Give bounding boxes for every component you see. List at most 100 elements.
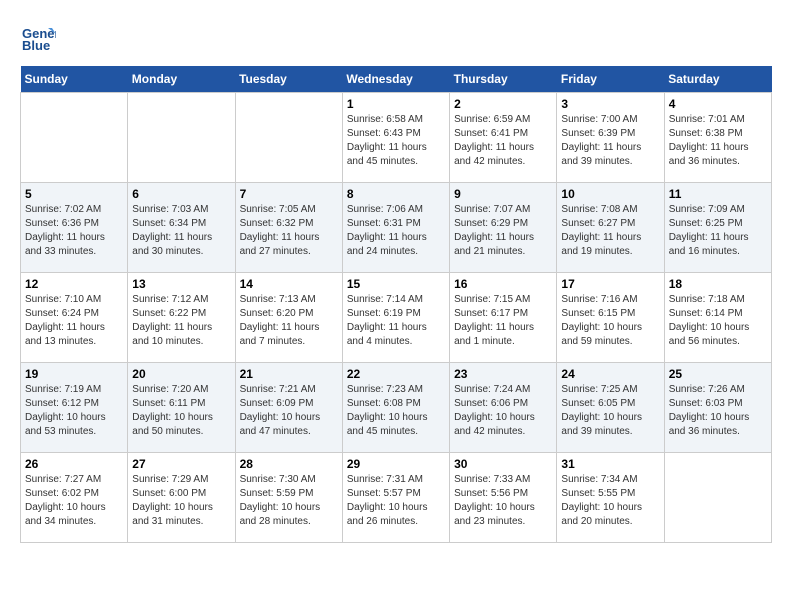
- day-number: 31: [561, 457, 659, 471]
- day-number: 28: [240, 457, 338, 471]
- day-cell: 1 Sunrise: 6:58 AM Sunset: 6:43 PM Daylig…: [342, 93, 449, 183]
- day-info: Sunrise: 7:13 AM Sunset: 6:20 PM Dayligh…: [240, 293, 338, 349]
- day-header-tuesday: Tuesday: [235, 66, 342, 93]
- day-header-wednesday: Wednesday: [342, 66, 449, 93]
- day-number: 15: [347, 277, 445, 291]
- day-cell: 29 Sunrise: 7:31 AM Sunset: 5:57 PM Dayli…: [342, 453, 449, 543]
- day-cell: 17 Sunrise: 7:16 AM Sunset: 6:15 PM Dayli…: [557, 273, 664, 363]
- day-header-monday: Monday: [128, 66, 235, 93]
- day-number: 11: [669, 187, 767, 201]
- page-header: General Blue: [20, 20, 772, 56]
- day-cell: [235, 93, 342, 183]
- week-row: 5 Sunrise: 7:02 AM Sunset: 6:36 PM Daylig…: [21, 183, 772, 273]
- day-info: Sunrise: 7:03 AM Sunset: 6:34 PM Dayligh…: [132, 203, 230, 259]
- day-cell: 12 Sunrise: 7:10 AM Sunset: 6:24 PM Dayli…: [21, 273, 128, 363]
- day-info: Sunrise: 7:10 AM Sunset: 6:24 PM Dayligh…: [25, 293, 123, 349]
- day-cell: 4 Sunrise: 7:01 AM Sunset: 6:38 PM Daylig…: [664, 93, 771, 183]
- day-header-friday: Friday: [557, 66, 664, 93]
- week-row: 19Sunrise: 7:19 AM Sunset: 6:12 PM Dayli…: [21, 363, 772, 453]
- day-info: Sunrise: 7:05 AM Sunset: 6:32 PM Dayligh…: [240, 203, 338, 259]
- day-info: Sunrise: 7:19 AM Sunset: 6:12 PM Dayligh…: [25, 383, 123, 439]
- day-info: Sunrise: 7:12 AM Sunset: 6:22 PM Dayligh…: [132, 293, 230, 349]
- day-cell: 7 Sunrise: 7:05 AM Sunset: 6:32 PM Daylig…: [235, 183, 342, 273]
- day-number: 27: [132, 457, 230, 471]
- day-cell: 3Sunrise: 7:00 AM Sunset: 6:39 PM Daylig…: [557, 93, 664, 183]
- day-cell: 9 Sunrise: 7:07 AM Sunset: 6:29 PM Daylig…: [450, 183, 557, 273]
- day-info: Sunrise: 7:29 AM Sunset: 6:00 PM Dayligh…: [132, 473, 230, 529]
- day-number: 2: [454, 97, 552, 111]
- day-info: Sunrise: 7:20 AM Sunset: 6:11 PM Dayligh…: [132, 383, 230, 439]
- day-cell: 10 Sunrise: 7:08 AM Sunset: 6:27 PM Dayli…: [557, 183, 664, 273]
- day-info: Sunrise: 7:31 AM Sunset: 5:57 PM Dayligh…: [347, 473, 445, 529]
- day-number: 8: [347, 187, 445, 201]
- day-cell: 21Sunrise: 7:21 AM Sunset: 6:09 PM Dayli…: [235, 363, 342, 453]
- day-info: Sunrise: 7:18 AM Sunset: 6:14 PM Dayligh…: [669, 293, 767, 349]
- day-cell: 30 Sunrise: 7:33 AM Sunset: 5:56 PM Dayli…: [450, 453, 557, 543]
- day-info: Sunrise: 7:30 AM Sunset: 5:59 PM Dayligh…: [240, 473, 338, 529]
- day-cell: 31Sunrise: 7:34 AM Sunset: 5:55 PM Dayli…: [557, 453, 664, 543]
- day-info: Sunrise: 7:01 AM Sunset: 6:38 PM Dayligh…: [669, 113, 767, 169]
- day-number: 3: [561, 97, 659, 111]
- day-info: Sunrise: 7:16 AM Sunset: 6:15 PM Dayligh…: [561, 293, 659, 349]
- day-number: 30: [454, 457, 552, 471]
- day-cell: 25Sunrise: 7:26 AM Sunset: 6:03 PM Dayli…: [664, 363, 771, 453]
- day-number: 12: [25, 277, 123, 291]
- day-number: 4: [669, 97, 767, 111]
- calendar-table: SundayMondayTuesdayWednesdayThursdayFrid…: [20, 66, 772, 543]
- day-info: Sunrise: 7:08 AM Sunset: 6:27 PM Dayligh…: [561, 203, 659, 259]
- day-header-thursday: Thursday: [450, 66, 557, 93]
- day-cell: 6 Sunrise: 7:03 AM Sunset: 6:34 PM Daylig…: [128, 183, 235, 273]
- day-number: 20: [132, 367, 230, 381]
- day-cell: 22 Sunrise: 7:23 AM Sunset: 6:08 PM Dayli…: [342, 363, 449, 453]
- day-info: Sunrise: 7:06 AM Sunset: 6:31 PM Dayligh…: [347, 203, 445, 259]
- week-row: 1 Sunrise: 6:58 AM Sunset: 6:43 PM Daylig…: [21, 93, 772, 183]
- day-number: 1: [347, 97, 445, 111]
- day-number: 6: [132, 187, 230, 201]
- day-header-sunday: Sunday: [21, 66, 128, 93]
- day-info: Sunrise: 7:09 AM Sunset: 6:25 PM Dayligh…: [669, 203, 767, 259]
- day-number: 24: [561, 367, 659, 381]
- day-info: Sunrise: 7:07 AM Sunset: 6:29 PM Dayligh…: [454, 203, 552, 259]
- day-info: Sunrise: 7:27 AM Sunset: 6:02 PM Dayligh…: [25, 473, 123, 529]
- day-cell: 27 Sunrise: 7:29 AM Sunset: 6:00 PM Dayli…: [128, 453, 235, 543]
- day-number: 14: [240, 277, 338, 291]
- day-number: 17: [561, 277, 659, 291]
- day-cell: 13 Sunrise: 7:12 AM Sunset: 6:22 PM Dayli…: [128, 273, 235, 363]
- day-cell: 15 Sunrise: 7:14 AM Sunset: 6:19 PM Dayli…: [342, 273, 449, 363]
- day-number: 7: [240, 187, 338, 201]
- logo-icon: General Blue: [20, 20, 56, 56]
- day-info: Sunrise: 7:21 AM Sunset: 6:09 PM Dayligh…: [240, 383, 338, 439]
- day-cell: 5 Sunrise: 7:02 AM Sunset: 6:36 PM Daylig…: [21, 183, 128, 273]
- day-number: 22: [347, 367, 445, 381]
- day-cell: 26 Sunrise: 7:27 AM Sunset: 6:02 PM Dayli…: [21, 453, 128, 543]
- day-cell: 19Sunrise: 7:19 AM Sunset: 6:12 PM Dayli…: [21, 363, 128, 453]
- logo: General Blue: [20, 20, 60, 56]
- day-info: Sunrise: 7:02 AM Sunset: 6:36 PM Dayligh…: [25, 203, 123, 259]
- day-info: Sunrise: 7:24 AM Sunset: 6:06 PM Dayligh…: [454, 383, 552, 439]
- day-number: 26: [25, 457, 123, 471]
- day-number: 10: [561, 187, 659, 201]
- day-info: Sunrise: 6:59 AM Sunset: 6:41 PM Dayligh…: [454, 113, 552, 169]
- day-cell: [21, 93, 128, 183]
- day-number: 9: [454, 187, 552, 201]
- day-number: 16: [454, 277, 552, 291]
- day-cell: 8 Sunrise: 7:06 AM Sunset: 6:31 PM Daylig…: [342, 183, 449, 273]
- day-info: Sunrise: 6:58 AM Sunset: 6:43 PM Dayligh…: [347, 113, 445, 169]
- day-info: Sunrise: 7:26 AM Sunset: 6:03 PM Dayligh…: [669, 383, 767, 439]
- day-cell: 24 Sunrise: 7:25 AM Sunset: 6:05 PM Dayli…: [557, 363, 664, 453]
- day-number: 18: [669, 277, 767, 291]
- day-cell: 20 Sunrise: 7:20 AM Sunset: 6:11 PM Dayli…: [128, 363, 235, 453]
- day-info: Sunrise: 7:15 AM Sunset: 6:17 PM Dayligh…: [454, 293, 552, 349]
- day-number: 13: [132, 277, 230, 291]
- day-cell: 18 Sunrise: 7:18 AM Sunset: 6:14 PM Dayli…: [664, 273, 771, 363]
- day-number: 5: [25, 187, 123, 201]
- day-info: Sunrise: 7:33 AM Sunset: 5:56 PM Dayligh…: [454, 473, 552, 529]
- day-number: 29: [347, 457, 445, 471]
- day-cell: 28 Sunrise: 7:30 AM Sunset: 5:59 PM Dayli…: [235, 453, 342, 543]
- day-cell: [664, 453, 771, 543]
- day-info: Sunrise: 7:23 AM Sunset: 6:08 PM Dayligh…: [347, 383, 445, 439]
- day-cell: 23Sunrise: 7:24 AM Sunset: 6:06 PM Dayli…: [450, 363, 557, 453]
- week-row: 12 Sunrise: 7:10 AM Sunset: 6:24 PM Dayli…: [21, 273, 772, 363]
- day-info: Sunrise: 7:14 AM Sunset: 6:19 PM Dayligh…: [347, 293, 445, 349]
- day-info: Sunrise: 7:25 AM Sunset: 6:05 PM Dayligh…: [561, 383, 659, 439]
